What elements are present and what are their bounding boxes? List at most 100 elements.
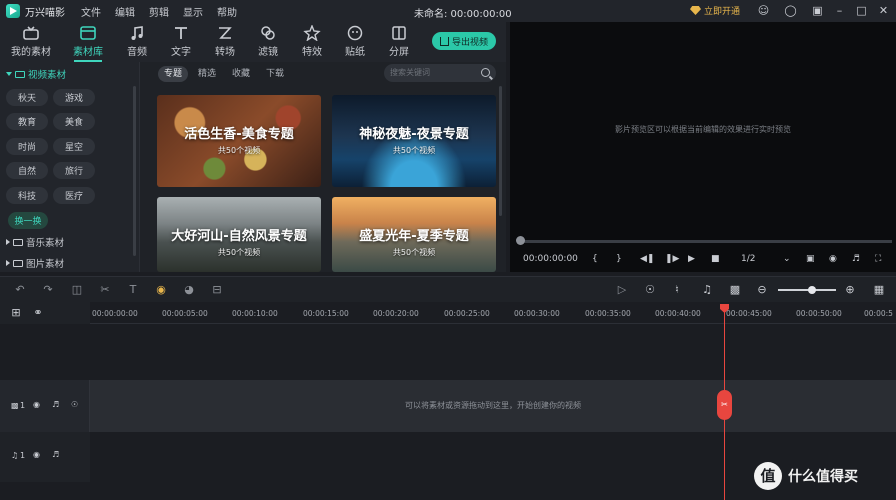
track-index: 1	[20, 401, 26, 410]
tag-chip[interactable]: 科技	[6, 187, 48, 204]
lock-icon[interactable]: ◉	[33, 450, 40, 459]
render-icon[interactable]: ▷	[615, 283, 629, 297]
tool-text[interactable]: 文字	[159, 25, 203, 58]
fullscreen-icon[interactable]: ⛶	[875, 254, 881, 264]
ruler-tick: 00:00:25:00	[444, 309, 490, 318]
volume-icon[interactable]: ♬	[852, 254, 860, 264]
shield-icon[interactable]: ☉	[643, 283, 657, 297]
tool-audio[interactable]: 音频	[115, 25, 159, 58]
ruler-tick: 00:00:10:00	[232, 309, 278, 318]
tab-favorites[interactable]: 收藏	[226, 66, 256, 82]
tag-chip[interactable]: 旅行	[53, 162, 95, 179]
maximize-icon[interactable]: □	[855, 4, 868, 17]
step-back-icon[interactable]: ❚▶	[665, 254, 679, 264]
tag-chip[interactable]: 星空	[53, 138, 95, 155]
timeline-zoom-knob[interactable]	[808, 286, 816, 294]
open-vip-button[interactable]: 立即开通	[690, 4, 740, 17]
add-text-icon[interactable]: T	[126, 283, 140, 297]
tag-chip[interactable]: 教育	[6, 113, 48, 130]
save-icon[interactable]: ▣	[811, 4, 824, 17]
mute-icon[interactable]: ♬	[52, 450, 59, 459]
card-title: 神秘夜魅-夜景专题	[359, 127, 469, 142]
tab-downloads[interactable]: 下载	[260, 66, 290, 82]
topic-card-night[interactable]: 神秘夜魅-夜景专题 共50个视频	[332, 95, 496, 187]
user-icon[interactable]: ☺	[757, 4, 770, 17]
speed-icon[interactable]: ◕	[182, 283, 196, 297]
tab-topics[interactable]: 专题	[158, 66, 189, 82]
topic-card-summer[interactable]: 盛夏光年-夏季专题 共50个视频	[332, 197, 496, 272]
export-label: 导出视频	[451, 37, 488, 48]
preview-progress-knob[interactable]	[516, 236, 525, 245]
tool-effects[interactable]: 特效	[290, 25, 334, 58]
chevron-down-icon[interactable]: ⌄	[783, 254, 791, 264]
search-input[interactable]: 搜索关键词	[384, 64, 496, 82]
tag-chip[interactable]: 秋天	[6, 89, 48, 106]
tag-chip[interactable]: 美食	[53, 113, 95, 130]
mute-icon[interactable]: ♬	[52, 400, 59, 409]
tool-my-media[interactable]: 我的素材	[9, 25, 53, 58]
transition-icon	[219, 27, 232, 39]
play-icon[interactable]: ▶	[688, 254, 695, 264]
browser-scrollbar[interactable]	[499, 86, 502, 216]
zoom-out-icon[interactable]: ⊖	[755, 283, 769, 297]
menu-edit[interactable]: 编辑	[115, 4, 135, 19]
feedback-icon[interactable]: ◯	[784, 4, 797, 17]
tag-chip[interactable]: 时尚	[6, 138, 48, 155]
menu-help[interactable]: 帮助	[217, 4, 237, 19]
topic-card-nature[interactable]: 大好河山-自然风景专题 共50个视频	[157, 197, 321, 272]
tree-image-assets[interactable]: 图片素材	[6, 256, 64, 270]
tool-library[interactable]: 素材库	[66, 25, 110, 62]
tree-video-assets[interactable]: 视频素材	[6, 67, 66, 81]
menu-clip[interactable]: 剪辑	[149, 4, 169, 19]
tree-music-assets[interactable]: 音乐素材	[6, 235, 64, 249]
category-panel: 视频素材 秋天 游戏 教育 美食 时尚 星空 自然 旅行 科技 医疗 换一换 音…	[0, 62, 140, 272]
tag-chip[interactable]: 医疗	[53, 187, 95, 204]
preview-zoom-value[interactable]: 1/2	[741, 254, 755, 264]
microphone-icon[interactable]: ♮	[670, 283, 684, 297]
close-icon[interactable]: ✕	[877, 4, 890, 17]
tag-chip[interactable]: 自然	[6, 162, 48, 179]
playhead-split-icon[interactable]: ✂	[717, 390, 732, 420]
zoom-in-icon[interactable]: ⊕	[843, 283, 857, 297]
menu-file[interactable]: 文件	[81, 4, 101, 19]
stop-icon[interactable]: ■	[711, 254, 720, 264]
add-track-icon[interactable]: ⊞	[9, 306, 23, 320]
video-track[interactable]: ▩ 1 ◉ ♬ ☉ 可以将素材或资源拖动到这里，开始创建你的视频	[0, 380, 896, 432]
lock-icon[interactable]: ◉	[33, 400, 40, 409]
crop-icon[interactable]: ⊟	[210, 283, 224, 297]
snapshot-icon[interactable]: ◉	[829, 254, 837, 264]
topic-card-food[interactable]: 活色生香-美食专题 共50个视频	[157, 95, 321, 187]
tab-featured[interactable]: 精选	[192, 66, 222, 82]
audio-mix-icon[interactable]: ♫	[700, 283, 714, 297]
export-video-button[interactable]: 导出视频	[432, 32, 496, 50]
tool-split-screen[interactable]: 分屏	[377, 25, 421, 58]
eye-icon[interactable]: ☉	[71, 400, 78, 409]
menu-view[interactable]: 显示	[183, 4, 203, 19]
tag-chip[interactable]: 游戏	[53, 89, 95, 106]
change-tags-button[interactable]: 换一换	[8, 212, 48, 229]
redo-icon[interactable]: ↷	[41, 283, 55, 297]
track-manager-icon[interactable]: ▦	[872, 283, 886, 297]
search-placeholder: 搜索关键词	[390, 68, 430, 77]
prev-frame-icon[interactable]: ◀❚	[640, 254, 654, 264]
panel-scrollbar[interactable]	[133, 86, 136, 256]
mark-in-icon[interactable]: {	[592, 254, 598, 264]
video-track-icon: ▩	[11, 401, 19, 410]
tool-stickers[interactable]: 贴纸	[333, 25, 377, 58]
preview-progress-track[interactable]	[520, 240, 892, 243]
color-icon[interactable]: ◉	[154, 283, 168, 297]
delete-icon[interactable]: ◫	[70, 283, 84, 297]
cut-icon[interactable]: ✂	[98, 283, 112, 297]
link-icon[interactable]: ⚭	[31, 306, 45, 320]
minimize-icon[interactable]: –	[833, 4, 846, 17]
search-icon[interactable]	[481, 68, 490, 77]
mark-out-icon[interactable]: }	[616, 254, 622, 264]
tool-transition[interactable]: 转场	[203, 25, 247, 58]
title-bar: 万兴喵影 文件 编辑 剪辑 显示 帮助 未命名: 00:00:00:00 立即开…	[0, 0, 896, 22]
tool-filter[interactable]: 滤镜	[246, 25, 290, 58]
timeline-zoom-slider[interactable]	[778, 289, 836, 291]
monitor-icon[interactable]: ▣	[806, 254, 815, 264]
timeline-ruler[interactable]: ⊞ ⚭ 00:00:00:00 00:00:05:00 00:00:10:00 …	[0, 302, 896, 324]
undo-icon[interactable]: ↶	[13, 283, 27, 297]
subtitle-icon[interactable]: ▩	[728, 283, 742, 297]
